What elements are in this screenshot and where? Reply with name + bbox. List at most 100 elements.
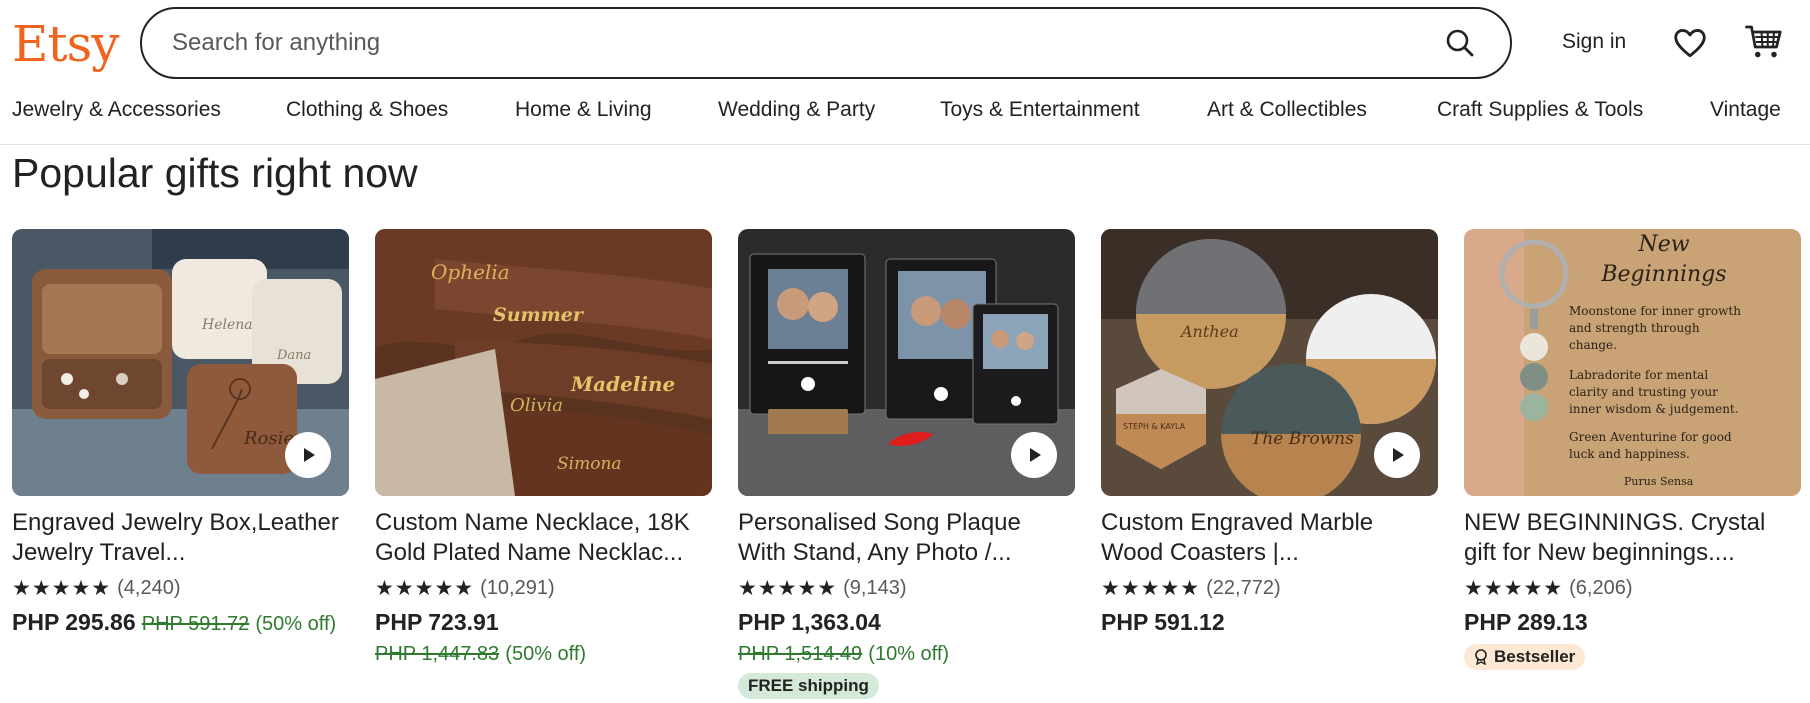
category-craft-supplies-tools[interactable]: Craft Supplies & Tools	[1437, 98, 1643, 122]
product-card[interactable]: Rosie Helena Dana Engraved Jewelry Box,L…	[12, 229, 349, 639]
category-nav: Jewelry & Accessories Clothing & Shoes H…	[0, 95, 1810, 145]
discount-label: (50% off)	[505, 643, 587, 665]
search-button[interactable]	[1438, 21, 1482, 65]
necklace-name-text: Olivia	[510, 395, 563, 416]
review-count: (10,291)	[480, 577, 555, 599]
price-row: PHP 295.86 PHP 591.72 (50% off)	[12, 607, 349, 639]
card-text-line: inner wisdom & judgement.	[1569, 402, 1739, 416]
product-card[interactable]: Anthea STEPH & KAYLA The Browns Custom E…	[1101, 229, 1438, 638]
product-image-crystal-keychain[interactable]: New Beginnings Moonstone for inner growt…	[1464, 229, 1801, 496]
product-rating: ★★★★★ (10,291)	[375, 576, 712, 601]
rating-stars: ★★★★★	[1464, 577, 1564, 600]
play-icon	[304, 448, 315, 462]
product-rating: ★★★★★ (9,143)	[738, 576, 1075, 601]
category-art-collectibles[interactable]: Art & Collectibles	[1207, 98, 1367, 122]
product-image-jewelry-box[interactable]: Rosie Helena Dana	[12, 229, 349, 496]
price-row-discount: PHP 1,514.49 (10% off)	[738, 638, 1075, 669]
current-price: PHP 1,363.04	[738, 609, 881, 635]
current-price: PHP 289.13	[1464, 609, 1588, 635]
discount-label: (50% off)	[255, 613, 337, 635]
price-row: PHP 289.13	[1464, 607, 1801, 638]
svg-text:Dana: Dana	[276, 348, 311, 363]
category-home-living[interactable]: Home & Living	[515, 98, 652, 122]
play-video-button[interactable]	[1011, 432, 1057, 478]
favorites-button[interactable]	[1672, 25, 1708, 61]
product-rating: ★★★★★ (4,240)	[12, 576, 349, 601]
search-bar	[140, 7, 1512, 79]
product-title[interactable]: NEW BEGINNINGS. Crystal gift for New beg…	[1464, 508, 1801, 568]
rating-stars: ★★★★★	[12, 577, 112, 600]
original-price: PHP 591.72	[141, 613, 250, 635]
search-icon	[1446, 29, 1474, 57]
original-price: PHP 1,514.49	[738, 643, 863, 665]
current-price: PHP 295.86	[12, 609, 136, 635]
product-rating: ★★★★★ (6,206)	[1464, 576, 1801, 601]
product-photo: New Beginnings Moonstone for inner growt…	[1464, 229, 1801, 496]
svg-text:Helena: Helena	[201, 317, 253, 333]
product-image-name-necklace[interactable]: Ophelia Summer Madeline Olivia Simona	[375, 229, 712, 496]
price-row: PHP 723.91	[375, 607, 712, 638]
discount-label: (10% off)	[868, 643, 950, 665]
heart-icon	[1674, 28, 1706, 58]
necklace-name-text: Madeline	[570, 372, 675, 396]
sign-in-link[interactable]: Sign in	[1562, 30, 1626, 54]
product-title[interactable]: Personalised Song Plaque With Stand, Any…	[738, 508, 1075, 568]
card-heading: Beginnings	[1600, 262, 1726, 287]
rating-stars: ★★★★★	[375, 577, 475, 600]
card-text-line: clarity and trusting your	[1569, 385, 1718, 399]
etsy-logo[interactable]: Etsy	[12, 8, 119, 80]
coaster-engraving: Anthea	[1179, 322, 1239, 341]
card-text-line: change.	[1569, 338, 1617, 352]
original-price: PHP 1,447.83	[375, 643, 500, 665]
review-count: (22,772)	[1206, 577, 1281, 599]
card-signature: Purus Sensa	[1624, 475, 1694, 488]
product-card[interactable]: Personalised Song Plaque With Stand, Any…	[738, 229, 1075, 699]
bestseller-badge: Bestseller	[1464, 644, 1586, 670]
coaster-engraving: STEPH & KAYLA	[1123, 422, 1186, 431]
play-video-button[interactable]	[285, 432, 331, 478]
card-text-line: Moonstone for inner growth	[1569, 304, 1741, 318]
product-card[interactable]: New Beginnings Moonstone for inner growt…	[1464, 229, 1801, 670]
play-video-button[interactable]	[1374, 432, 1420, 478]
product-image-coasters[interactable]: Anthea STEPH & KAYLA The Browns	[1101, 229, 1438, 496]
necklace-name-text: Summer	[493, 304, 585, 326]
rating-stars: ★★★★★	[1101, 577, 1201, 600]
category-clothing-shoes[interactable]: Clothing & Shoes	[286, 98, 448, 122]
product-photo: Ophelia Summer Madeline Olivia Simona	[375, 229, 712, 496]
card-text-line: luck and happiness.	[1569, 447, 1690, 461]
card-text-line: and strength through	[1569, 321, 1700, 335]
cart-icon	[1745, 25, 1782, 58]
price-row: PHP 591.12	[1101, 607, 1438, 638]
card-heading: New	[1637, 232, 1689, 257]
product-title[interactable]: Engraved Jewelry Box,Leather Jewelry Tra…	[12, 508, 349, 568]
current-price: PHP 591.12	[1101, 609, 1225, 635]
category-wedding-party[interactable]: Wedding & Party	[718, 98, 875, 122]
product-title[interactable]: Custom Engraved Marble Wood Coasters |..…	[1101, 508, 1438, 568]
product-rating: ★★★★★ (22,772)	[1101, 576, 1438, 601]
play-icon	[1393, 448, 1404, 462]
product-card[interactable]: Ophelia Summer Madeline Olivia Simona Cu…	[375, 229, 712, 669]
free-shipping-badge: FREE shipping	[738, 673, 879, 699]
review-count: (4,240)	[117, 577, 181, 599]
coaster-engraving: The Browns	[1251, 429, 1354, 449]
price-row: PHP 1,363.04	[738, 607, 1075, 638]
category-toys-entertainment[interactable]: Toys & Entertainment	[940, 98, 1140, 122]
current-price: PHP 723.91	[375, 609, 499, 635]
category-jewelry-accessories[interactable]: Jewelry & Accessories	[12, 98, 221, 122]
product-image-song-plaque[interactable]	[738, 229, 1075, 496]
necklace-name-text: Ophelia	[431, 260, 510, 284]
product-title[interactable]: Custom Name Necklace, 18K Gold Plated Na…	[375, 508, 712, 568]
rating-stars: ★★★★★	[738, 577, 838, 600]
necklace-name-text: Simona	[557, 454, 622, 474]
cart-button[interactable]	[1744, 22, 1784, 62]
play-icon	[1030, 448, 1041, 462]
card-text-line: Labradorite for mental	[1569, 368, 1708, 382]
review-count: (9,143)	[843, 577, 907, 599]
bestseller-label: Bestseller	[1494, 647, 1576, 666]
award-icon	[1475, 649, 1487, 665]
search-input[interactable]	[172, 29, 1438, 57]
review-count: (6,206)	[1569, 577, 1633, 599]
category-vintage[interactable]: Vintage	[1710, 98, 1781, 122]
section-title: Popular gifts right now	[12, 150, 418, 196]
card-text-line: Green Aventurine for good	[1569, 430, 1732, 444]
